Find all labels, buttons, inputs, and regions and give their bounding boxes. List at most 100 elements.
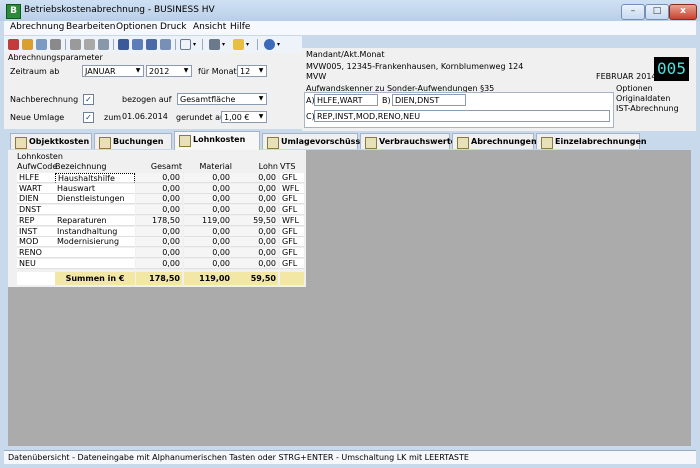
cell-bezeichnung[interactable] <box>55 258 135 269</box>
menu-druck[interactable]: Druck <box>160 22 187 32</box>
cell-material[interactable]: 0,00 <box>184 205 232 216</box>
copy-icon[interactable] <box>84 39 95 50</box>
folder-icon[interactable] <box>233 39 244 50</box>
cell-gesamt[interactable]: 0,00 <box>136 173 182 183</box>
aufwand-b-field[interactable]: DIEN,DNST <box>392 94 466 106</box>
cell-gesamt[interactable]: 0,00 <box>136 183 182 194</box>
paste-icon[interactable] <box>98 39 109 50</box>
cell-gesamt[interactable]: 178,50 <box>136 215 182 226</box>
months-count-select[interactable]: 12 ▼ <box>237 65 267 77</box>
cell-lohn[interactable]: 0,00 <box>230 183 278 194</box>
cell-bezeichnung[interactable]: Modernisierung <box>55 237 135 248</box>
cell-aufwcode[interactable]: WART <box>17 183 55 194</box>
stop-icon[interactable] <box>50 39 61 50</box>
new-doc-icon[interactable] <box>8 39 19 50</box>
cell-vts[interactable]: GFL <box>280 237 304 248</box>
chevron-down-icon[interactable]: ▾ <box>246 39 257 50</box>
cell-material[interactable]: 0,00 <box>184 237 232 248</box>
copy-doc-icon[interactable] <box>132 39 143 50</box>
menu-bearbeiten[interactable]: Bearbeiten <box>66 22 115 32</box>
menu-hilfe[interactable]: Hilfe <box>230 22 250 32</box>
tab-umlagevorschuesse[interactable]: Umlagevorschüsse <box>262 133 366 149</box>
cell-bezeichnung[interactable]: Reparaturen <box>55 215 135 226</box>
cell-vts[interactable]: GFL <box>280 194 304 205</box>
undo-icon[interactable] <box>36 39 47 50</box>
cell-material[interactable]: 0,00 <box>184 247 232 258</box>
cell-lohn[interactable]: 0,00 <box>230 258 278 269</box>
cell-aufwcode[interactable]: NEU <box>17 258 55 269</box>
nachberechnung-checkbox[interactable]: ✓ <box>83 94 94 105</box>
cell-bezeichnung[interactable]: Dienstleistungen <box>55 194 135 205</box>
tab-abrechnungen[interactable]: Abrechnungen <box>452 133 537 149</box>
cell-vts[interactable]: GFL <box>280 258 304 269</box>
cell-aufwcode[interactable]: RENO <box>17 247 55 258</box>
cell-material[interactable]: 0,00 <box>184 173 232 183</box>
cell-material[interactable]: 0,00 <box>184 258 232 269</box>
cell-lohn[interactable]: 0,00 <box>230 226 278 237</box>
app-window: B Betriebskostenabrechnung - BUSINESS HV… <box>0 0 700 468</box>
tab-lohnkosten[interactable]: Lohnkosten <box>174 131 260 150</box>
zum-date-field[interactable]: 01.06.2014 <box>120 111 168 123</box>
cell-gesamt[interactable]: 0,00 <box>136 194 182 205</box>
cell-gesamt[interactable]: 0,00 <box>136 247 182 258</box>
chevron-down-icon[interactable]: ▾ <box>222 39 233 50</box>
sort-icon[interactable] <box>118 39 129 50</box>
cell-aufwcode[interactable]: DIEN <box>17 194 55 205</box>
maximize-button[interactable]: □ <box>645 4 669 20</box>
cell-vts[interactable]: GFL <box>280 226 304 237</box>
cell-material[interactable]: 0,00 <box>184 194 232 205</box>
cell-aufwcode[interactable]: INST <box>17 226 55 237</box>
minimize-button[interactable]: – <box>621 4 645 20</box>
bezogen-select[interactable]: Gesamtfläche ▼ <box>177 93 267 105</box>
cut-icon[interactable] <box>70 39 81 50</box>
tab-buchungen[interactable]: Buchungen <box>94 133 172 149</box>
view-icon[interactable] <box>180 39 191 50</box>
cell-lohn[interactable]: 0,00 <box>230 237 278 248</box>
cell-gesamt[interactable]: 0,00 <box>136 237 182 248</box>
cell-bezeichnung[interactable] <box>55 247 135 258</box>
menu-optionen[interactable]: Optionen <box>116 22 157 32</box>
gerundet-select[interactable]: 1,00 € ▼ <box>221 111 267 123</box>
cell-lohn[interactable]: 0,00 <box>230 247 278 258</box>
chevron-down-icon[interactable]: ▾ <box>277 39 288 50</box>
cell-gesamt[interactable]: 0,00 <box>136 226 182 237</box>
aufwand-a-field[interactable]: HLFE,WART <box>314 94 378 106</box>
cell-bezeichnung[interactable]: Haushaltshilfe <box>55 173 135 183</box>
cell-lohn[interactable]: 59,50 <box>230 215 278 226</box>
cell-material[interactable]: 119,00 <box>184 215 232 226</box>
neue-umlage-checkbox[interactable]: ✓ <box>83 112 94 123</box>
print-icon[interactable] <box>209 39 220 50</box>
tab-einzelabrechnungen[interactable]: Einzelabrechnungen <box>536 133 647 149</box>
cell-lohn[interactable]: 0,00 <box>230 194 278 205</box>
menu-abrechnung[interactable]: Abrechnung <box>10 22 64 32</box>
data-icon[interactable] <box>146 39 157 50</box>
cell-vts[interactable]: GFL <box>280 247 304 258</box>
cell-aufwcode[interactable]: HLFE <box>17 173 55 183</box>
tab-verbrauchswerte[interactable]: Verbrauchswerte <box>360 133 456 149</box>
cell-gesamt[interactable]: 0,00 <box>136 205 182 216</box>
cell-bezeichnung[interactable]: Instandhaltung <box>55 226 135 237</box>
cell-lohn[interactable]: 0,00 <box>230 205 278 216</box>
year-select[interactable]: 2012 ▼ <box>146 65 192 77</box>
cell-bezeichnung[interactable] <box>55 205 135 216</box>
cell-aufwcode[interactable]: MOD <box>17 237 55 248</box>
menu-ansicht[interactable]: Ansicht <box>193 22 226 32</box>
cell-material[interactable]: 0,00 <box>184 226 232 237</box>
cell-bezeichnung[interactable]: Hauswart <box>55 183 135 194</box>
properties-icon[interactable] <box>160 39 171 50</box>
cell-vts[interactable]: GFL <box>280 173 304 183</box>
help-icon[interactable] <box>264 39 275 50</box>
cell-vts[interactable]: GFL <box>280 205 304 216</box>
aufwand-c-field[interactable]: REP,INST,MOD,RENO,NEU <box>314 110 610 122</box>
close-button[interactable]: x <box>669 4 697 20</box>
cell-aufwcode[interactable]: REP <box>17 215 55 226</box>
cell-material[interactable]: 0,00 <box>184 183 232 194</box>
cell-vts[interactable]: WFL <box>280 215 304 226</box>
tab-objektkosten[interactable]: Objektkosten <box>10 133 92 149</box>
cell-aufwcode[interactable]: DNST <box>17 205 55 216</box>
month-select[interactable]: JANUAR ▼ <box>82 65 144 77</box>
open-icon[interactable] <box>22 39 33 50</box>
cell-gesamt[interactable]: 0,00 <box>136 258 182 269</box>
cell-lohn[interactable]: 0,00 <box>230 173 278 183</box>
cell-vts[interactable]: WFL <box>280 183 304 194</box>
